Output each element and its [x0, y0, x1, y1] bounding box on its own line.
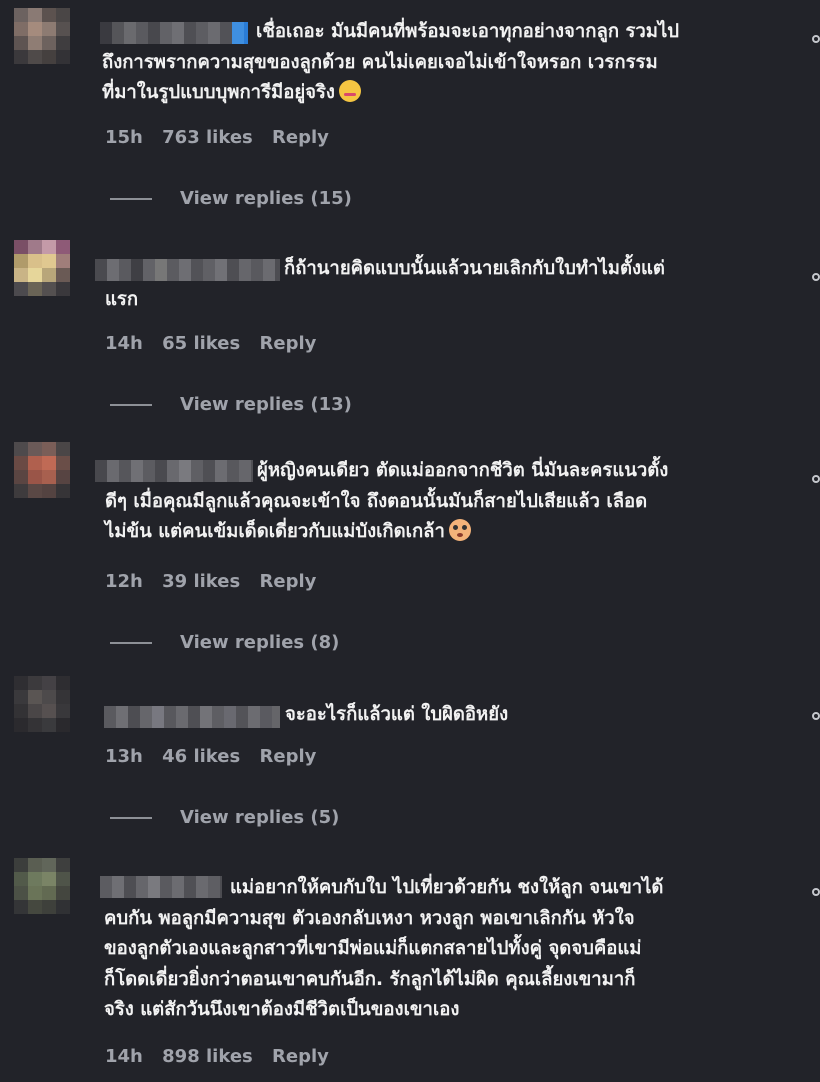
avatar[interactable]: [14, 676, 70, 732]
comment-text: ผู้หญิงคนเดียว ตัดแม่ออกจากชีวิต นี่มันล…: [105, 456, 669, 548]
comment-line: แรก: [105, 288, 139, 310]
comment-line: ที่มาในรูปแบบบุพการีมีอยู่จริง: [102, 78, 679, 109]
more-options-icon[interactable]: [812, 35, 820, 43]
comment-line: เชื่อเถอะ มันมีคนที่พร้อมจะเอาทุกอย่างจา…: [256, 21, 680, 42]
username-blurred[interactable]: [100, 22, 248, 44]
view-replies-label: View replies (8): [180, 632, 340, 653]
comment-meta: 13h 46 likes Reply: [105, 746, 329, 767]
username-blurred[interactable]: [100, 876, 222, 898]
comment-text: ก็ถ้านายคิดแบบนั้นแล้วนายเลิกกับใบทำไมตั…: [105, 254, 665, 315]
more-options-icon[interactable]: [812, 273, 820, 281]
timestamp[interactable]: 14h: [105, 333, 143, 354]
avatar[interactable]: [14, 858, 70, 914]
comment-line: ถึงการพรากความสุขของลูกด้วย คนไม่เคยเจอไ…: [102, 48, 679, 79]
comment-line: ก็ถ้านายคิดแบบนั้นแล้วนายเลิกกับใบทำไมตั…: [284, 258, 665, 279]
username-blurred[interactable]: [95, 259, 280, 281]
comment-line: ดีๆ เมื่อคุณมีลูกแล้วคุณจะเข้าใจ ถึงตอนน…: [105, 490, 648, 512]
comment-line-text: ถึงการพรากความสุขของลูกด้วย คนไม่เคยเจอไ…: [102, 51, 658, 73]
likes-count[interactable]: 763 likes: [162, 127, 253, 148]
comment-line: จริง แต่สักวันนึงเขาต้องมีชีวิตเป็นของเข…: [104, 999, 460, 1020]
comment-line: ก็โดดเดี่ยวยิ่งกว่าตอนเขาคบกันอีก. รักลู…: [104, 968, 636, 990]
comment-line: ผู้หญิงคนเดียว ตัดแม่ออกจากชีวิต นี่มันล…: [257, 460, 669, 481]
comment-line-text: ที่มาในรูปแบบบุพการีมีอยู่จริง: [102, 82, 335, 103]
comment-text: จะอะไรก็แล้วแต่ ใบผิดอิหยัง: [285, 700, 508, 731]
reply-button[interactable]: Reply: [272, 127, 329, 148]
more-options-icon[interactable]: [812, 712, 820, 720]
more-options-icon[interactable]: [812, 475, 820, 483]
timestamp[interactable]: 13h: [105, 746, 143, 767]
view-replies-button[interactable]: View replies (8): [110, 632, 339, 653]
view-replies-button[interactable]: View replies (13): [110, 394, 352, 415]
comment-meta: 12h 39 likes Reply: [105, 571, 329, 592]
divider-dash: [110, 403, 152, 406]
view-replies-button[interactable]: View replies (15): [110, 188, 352, 209]
view-replies-button[interactable]: View replies (5): [110, 807, 339, 828]
divider-dash: [110, 197, 152, 200]
divider-dash: [110, 641, 152, 644]
reply-button[interactable]: Reply: [260, 571, 317, 592]
reply-button[interactable]: Reply: [272, 1046, 329, 1067]
avatar[interactable]: [14, 240, 70, 296]
reply-button[interactable]: Reply: [260, 333, 317, 354]
reply-button[interactable]: Reply: [260, 746, 317, 767]
comment-meta: 14h 898 likes Reply: [105, 1046, 342, 1067]
timestamp[interactable]: 15h: [105, 127, 143, 148]
username-blurred[interactable]: [104, 706, 280, 728]
comment-meta: 14h 65 likes Reply: [105, 333, 329, 354]
comment-line: จะอะไรก็แล้วแต่ ใบผิดอิหยัง: [285, 704, 509, 725]
comment-line: คบกัน พอลูกมีความสุข ตัวเองกลับเหงา หวงล…: [104, 907, 635, 929]
flushed-face-emoji-icon: [448, 519, 471, 541]
more-options-icon[interactable]: [812, 888, 820, 896]
avatar[interactable]: [14, 442, 70, 498]
comment-line: แม่อยากให้คบกับใบ ไปเที่ยวด้วยกัน ชงให้ล…: [230, 877, 664, 898]
smirking-face-emoji-icon: [338, 80, 361, 102]
timestamp[interactable]: 14h: [105, 1046, 143, 1067]
likes-count[interactable]: 898 likes: [162, 1046, 253, 1067]
likes-count[interactable]: 39 likes: [162, 571, 240, 592]
likes-count[interactable]: 65 likes: [162, 333, 240, 354]
comment-line: ไม่ข้น แต่คนเข้มเด็ดเดี่ยวกับแม่บังเกิดเ…: [105, 517, 668, 548]
view-replies-label: View replies (5): [180, 807, 340, 828]
divider-dash: [110, 816, 152, 819]
comment-text: แม่อยากให้คบกับใบ ไปเที่ยวด้วยกัน ชงให้ล…: [104, 873, 664, 1026]
view-replies-label: View replies (13): [180, 394, 352, 415]
likes-count[interactable]: 46 likes: [162, 746, 240, 767]
view-replies-label: View replies (15): [180, 188, 352, 209]
timestamp[interactable]: 12h: [105, 571, 143, 592]
avatar[interactable]: [14, 8, 70, 64]
comment-line: ของลูกตัวเองและลูกสาวที่เขามีพ่อแม่ก็แตก…: [104, 938, 642, 959]
username-blurred[interactable]: [95, 460, 253, 482]
comment-line-text: ไม่ข้น แต่คนเข้มเด็ดเดี่ยวกับแม่บังเกิดเ…: [105, 521, 445, 542]
comment-text: เชื่อเถอะ มันมีคนที่พร้อมจะเอาทุกอย่างจา…: [102, 17, 680, 109]
comment-meta: 15h 763 likes Reply: [105, 127, 342, 148]
